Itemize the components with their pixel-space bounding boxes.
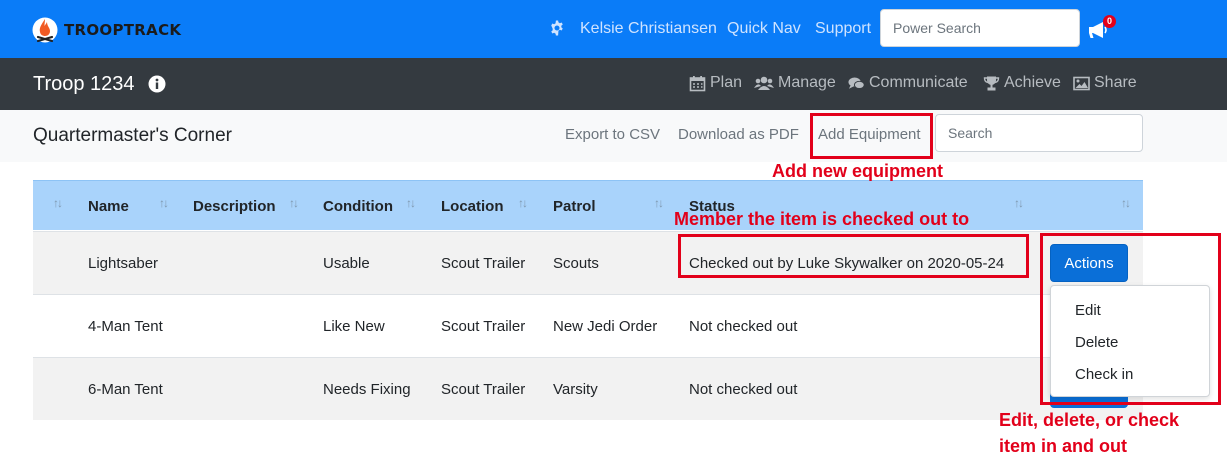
info-icon[interactable]: [148, 75, 166, 93]
nav-manage[interactable]: Manage: [754, 74, 836, 92]
page-header: Quartermaster's Corner Export to CSV Dow…: [0, 110, 1227, 162]
nav-achieve[interactable]: Achieve: [983, 74, 1061, 92]
power-search-input[interactable]: [880, 9, 1080, 47]
image-icon: [1073, 76, 1090, 90]
equipment-search-input[interactable]: [935, 114, 1143, 152]
cell-name: 4-Man Tent: [88, 318, 163, 335]
cell-condition: Needs Fixing: [323, 381, 411, 398]
column-header-location[interactable]: Location: [441, 198, 504, 215]
gear-icon[interactable]: [549, 20, 565, 36]
table-row: 6-Man Tent Needs Fixing Scout Trailer Va…: [33, 357, 1143, 420]
calendar-icon: [689, 75, 706, 91]
nav-share-label: Share: [1094, 74, 1137, 91]
column-header-condition[interactable]: Condition: [323, 198, 393, 215]
quick-nav-link[interactable]: Quick Nav: [727, 20, 801, 38]
nav-plan[interactable]: Plan: [689, 74, 742, 92]
troop-navbar: Troop 1234 Plan Manage Communicate Achie…: [0, 58, 1227, 110]
sort-icon[interactable]: ↑↓: [53, 196, 63, 210]
trophy-icon: [983, 76, 1000, 90]
annotation-box-add-equipment: [810, 113, 933, 159]
nav-manage-label: Manage: [778, 74, 836, 91]
annotation-box-actions: [1040, 233, 1221, 405]
column-header-name[interactable]: Name: [88, 198, 129, 215]
cell-condition: Like New: [323, 318, 385, 335]
cell-location: Scout Trailer: [441, 255, 526, 272]
sort-icon[interactable]: ↑↓: [518, 196, 528, 210]
sort-icon[interactable]: ↑↓: [289, 196, 299, 210]
cell-location: Scout Trailer: [441, 381, 526, 398]
download-pdf-link[interactable]: Download as PDF: [678, 126, 799, 143]
nav-plan-label: Plan: [710, 74, 743, 91]
annotation-member: Member the item is checked out to: [674, 209, 970, 229]
support-link[interactable]: Support: [815, 20, 871, 38]
annotation-edit-line2: item in and out: [999, 436, 1127, 456]
sort-icon[interactable]: ↑↓: [654, 196, 664, 210]
notification-count-badge: 0: [1103, 15, 1116, 28]
table-row: 4-Man Tent Like New Scout Trailer New Je…: [33, 294, 1143, 357]
annotation-box-status: [678, 234, 1029, 278]
troop-name[interactable]: Troop 1234: [33, 73, 135, 96]
column-header-patrol[interactable]: Patrol: [553, 198, 596, 215]
cell-status: Not checked out: [689, 318, 798, 335]
top-navbar: TROOPTRACK Kelsie Christiansen Quick Nav…: [0, 0, 1227, 58]
page-title: Quartermaster's Corner: [33, 125, 232, 146]
sort-icon[interactable]: ↑↓: [159, 196, 169, 210]
nav-communicate-label: Communicate: [869, 74, 968, 91]
campfire-logo-icon: [32, 17, 58, 43]
cell-name: 6-Man Tent: [88, 381, 163, 398]
cell-patrol: New Jedi Order: [553, 318, 658, 335]
nav-achieve-label: Achieve: [1004, 74, 1061, 91]
table-header: ↑↓ Name ↑↓ Description ↑↓ Condition ↑↓ L…: [33, 180, 1143, 230]
sort-icon[interactable]: ↑↓: [406, 196, 416, 210]
cell-patrol: Varsity: [553, 381, 598, 398]
cell-patrol: Scouts: [553, 255, 599, 272]
users-icon: [754, 76, 774, 90]
annotation-edit-line1: Edit, delete, or check: [999, 410, 1180, 430]
annotation-add-new: Add new equipment: [772, 161, 943, 181]
comments-icon: [848, 77, 865, 89]
sort-icon[interactable]: ↑↓: [1014, 196, 1024, 210]
export-csv-link[interactable]: Export to CSV: [565, 126, 660, 143]
sort-icon[interactable]: ↑↓: [1121, 196, 1131, 210]
cell-name: Lightsaber: [88, 255, 159, 272]
cell-status: Not checked out: [689, 381, 798, 398]
nav-communicate[interactable]: Communicate: [848, 74, 968, 92]
user-menu-link[interactable]: Kelsie Christiansen: [580, 20, 717, 38]
nav-share[interactable]: Share: [1073, 74, 1137, 92]
brand-name: TROOPTRACK: [64, 21, 182, 39]
brand-logo-link[interactable]: TROOPTRACK: [32, 14, 181, 46]
cell-location: Scout Trailer: [441, 318, 526, 335]
column-header-description[interactable]: Description: [193, 198, 276, 215]
cell-condition: Usable: [323, 255, 370, 272]
